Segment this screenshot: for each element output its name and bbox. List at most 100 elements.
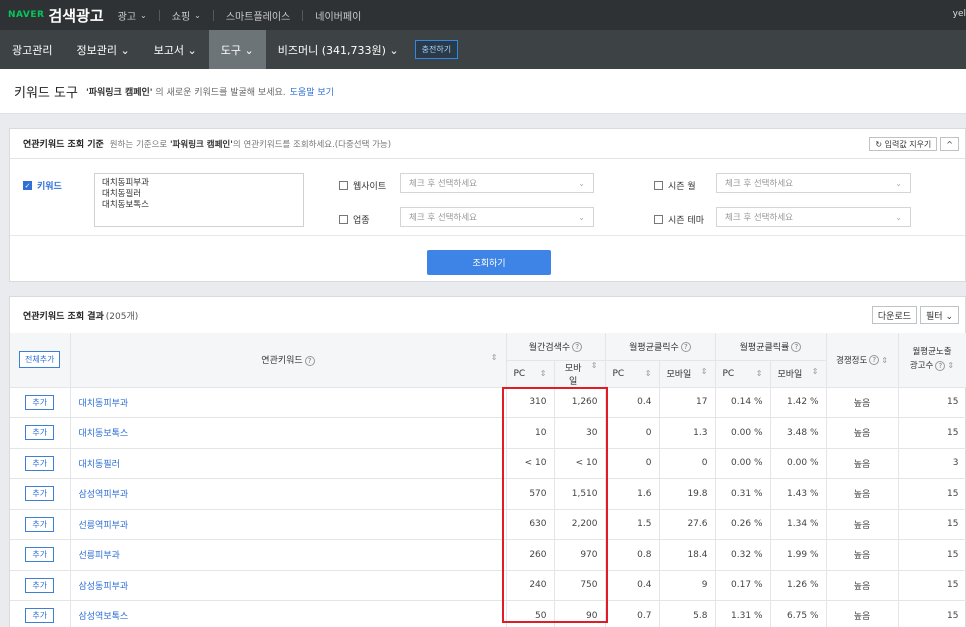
- help-icon[interactable]: ?: [791, 342, 802, 353]
- click-mobile-value: 19.8: [659, 478, 716, 510]
- divider: [158, 9, 160, 21]
- table-row: 추가 선릉피부과 260 970 0.8 18.4 0.32 % 1.99 % …: [10, 539, 966, 571]
- keyword-link[interactable]: 삼성동피부과: [70, 570, 507, 601]
- industry-select[interactable]: 체크 후 선택하세요 ⌄: [400, 207, 594, 227]
- filter-button[interactable]: 필터 ⌄: [920, 306, 959, 324]
- add-keyword-button[interactable]: 추가: [25, 577, 55, 593]
- season-theme-label: 시즌 테마: [668, 216, 704, 226]
- sort-icon[interactable]: ⇕: [812, 367, 819, 380]
- add-keyword-button[interactable]: 추가: [25, 608, 55, 624]
- collapse-button[interactable]: ^: [940, 137, 959, 151]
- page-description: '파워링크 캠페인' 의 새로운 키워드를 발굴해 보세요.: [85, 87, 286, 98]
- reset-input-button[interactable]: ↻ 입력값 지우기: [869, 137, 938, 151]
- help-icon[interactable]: ?: [869, 355, 880, 366]
- ctr-mobile-header[interactable]: 모바일 ⇕: [770, 360, 827, 388]
- season-theme-select[interactable]: 체크 후 선택하세요 ⌄: [716, 207, 911, 227]
- top-menu: 광고 ⌄ 쇼핑 ⌄ 스마트플레이스 네이버페이: [118, 8, 374, 23]
- monthly-search-header: 월간검색수?: [506, 333, 606, 361]
- help-icon[interactable]: ?: [680, 342, 691, 353]
- add-keyword-button[interactable]: 추가: [25, 394, 55, 410]
- add-keyword-button[interactable]: 추가: [25, 425, 55, 441]
- season-month-select[interactable]: 체크 후 선택하세요 ⌄: [716, 173, 911, 193]
- website-criterion[interactable]: 웹사이트: [339, 179, 386, 192]
- click-mobile-header[interactable]: 모바일 ⇕: [659, 360, 716, 388]
- search-mobile-value: 30: [554, 417, 606, 449]
- search-pc-header[interactable]: PC ⇕: [506, 360, 555, 388]
- season-month-checkbox[interactable]: [654, 181, 663, 190]
- keyword-criterion[interactable]: ✓ 키워드: [23, 179, 62, 192]
- industry-criterion[interactable]: 업종: [339, 213, 370, 226]
- add-all-button[interactable]: 전체추가: [19, 351, 61, 369]
- download-button[interactable]: 다운로드: [871, 306, 918, 324]
- ads-value: 15: [898, 600, 966, 627]
- search-mobile-header[interactable]: 모바일 ⇕: [554, 360, 606, 388]
- search-button[interactable]: 조회하기: [427, 250, 551, 275]
- keyword-link[interactable]: 대치동보톡스: [70, 417, 507, 449]
- ads-value: 15: [898, 570, 966, 601]
- click-mobile-value: 17: [659, 387, 716, 418]
- nav-reports[interactable]: 보고서 ⌄: [142, 30, 209, 69]
- sort-icon[interactable]: ⇕: [881, 356, 888, 365]
- sort-icon[interactable]: ⇕: [491, 353, 498, 362]
- keyword-link[interactable]: 선릉피부과: [70, 539, 507, 571]
- charge-button[interactable]: 충전하기: [414, 40, 459, 59]
- top-menu-shopping[interactable]: 쇼핑 ⌄: [172, 8, 201, 23]
- top-menu-ads[interactable]: 광고 ⌄: [118, 8, 147, 23]
- add-keyword-button[interactable]: 추가: [25, 455, 55, 471]
- user-id[interactable]: yel: [953, 9, 966, 19]
- help-icon[interactable]: ?: [304, 355, 315, 366]
- sort-icon[interactable]: ⇕: [540, 369, 547, 379]
- season-theme-criterion[interactable]: 시즌 테마: [654, 213, 704, 226]
- nav-tools[interactable]: 도구 ⌄: [208, 30, 266, 69]
- add-keyword-button[interactable]: 추가: [25, 516, 55, 532]
- nav-ad-management[interactable]: 광고관리: [0, 30, 64, 69]
- ctr-mobile-value: 1.26 %: [770, 570, 827, 601]
- sort-icon[interactable]: ⇕: [947, 361, 954, 370]
- keyword-link[interactable]: 선릉역피부과: [70, 509, 507, 540]
- website-checkbox[interactable]: [339, 181, 348, 190]
- sort-icon[interactable]: ⇕: [701, 367, 708, 380]
- sort-icon[interactable]: ⇕: [645, 369, 652, 379]
- website-select[interactable]: 체크 후 선택하세요 ⌄: [400, 173, 594, 193]
- click-pc-header[interactable]: PC ⇕: [605, 360, 660, 388]
- top-bar: NAVER 검색광고 광고 ⌄ 쇼핑 ⌄ 스마트플레이스 네이버페이 yel: [0, 0, 966, 30]
- chevron-down-icon: ⌄: [194, 10, 201, 20]
- top-menu-smartplace[interactable]: 스마트플레이스: [226, 8, 290, 23]
- add-keyword-button[interactable]: 추가: [25, 547, 55, 563]
- season-theme-checkbox[interactable]: [654, 215, 663, 224]
- brand-name[interactable]: 검색광고: [48, 5, 103, 26]
- competition-value: 높음: [826, 570, 899, 601]
- help-link[interactable]: 도움말 보기: [290, 85, 334, 98]
- add-keyword-button[interactable]: 추가: [25, 486, 55, 502]
- keyword-header[interactable]: 연관키워드? ⇕: [70, 333, 507, 388]
- keyword-textarea[interactable]: 대치동피부과 대치동필러 대치동보톡스: [94, 173, 304, 227]
- top-menu-naverpay[interactable]: 네이버페이: [315, 8, 361, 23]
- chevron-down-icon: ⌄: [895, 212, 902, 222]
- keyword-link[interactable]: 대치동필러: [70, 448, 507, 479]
- industry-checkbox[interactable]: [339, 215, 348, 224]
- competition-value: 높음: [826, 539, 899, 571]
- competition-value: 높음: [826, 417, 899, 449]
- click-pc-value: 0.4: [605, 570, 660, 601]
- nav-bizmoney[interactable]: 비즈머니 (341,733원) ⌄: [266, 30, 411, 69]
- sort-icon[interactable]: ⇕: [756, 369, 763, 379]
- help-icon[interactable]: ?: [572, 342, 583, 353]
- search-mobile-value: 1,260: [554, 387, 606, 418]
- keyword-link[interactable]: 삼성역보톡스: [70, 600, 507, 627]
- competition-header[interactable]: 경쟁정도? ⇕: [826, 333, 899, 388]
- keyword-link[interactable]: 삼성역피부과: [70, 478, 507, 510]
- ctr-pc-value: 0.14 %: [715, 387, 771, 418]
- click-mobile-value: 0: [659, 448, 716, 479]
- search-pc-value: 260: [506, 539, 555, 571]
- ctr-pc-header[interactable]: PC ⇕: [715, 360, 771, 388]
- keyword-link[interactable]: 대치동피부과: [70, 387, 507, 418]
- avg-ads-header[interactable]: 월평균노출 광고수? ⇕: [898, 333, 966, 388]
- avg-clicks-header: 월평균클릭수?: [605, 333, 716, 361]
- naver-logo[interactable]: NAVER: [8, 10, 44, 20]
- results-table: 전체추가 연관키워드? ⇕ 월간검색수? 월평균클릭수? 월평균클릭률? 경쟁정도…: [10, 333, 966, 627]
- keyword-checkbox[interactable]: ✓: [23, 181, 32, 190]
- help-icon[interactable]: ?: [935, 360, 946, 371]
- season-month-criterion[interactable]: 시즌 월: [654, 179, 696, 192]
- sort-icon[interactable]: ⇕: [591, 361, 598, 387]
- nav-info-management[interactable]: 정보관리 ⌄: [64, 30, 141, 69]
